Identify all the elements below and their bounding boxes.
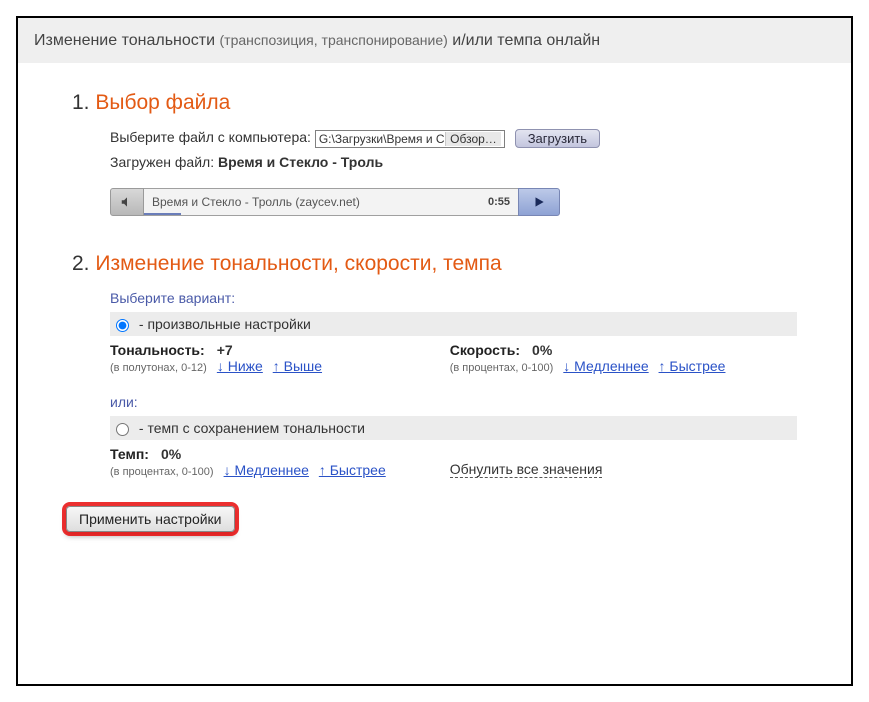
section2-heading: Изменение тональности, скорости, темпа (95, 252, 501, 275)
variant-label: Выберите вариант: (110, 290, 797, 306)
radio-tempo-label: - темп с сохранением тональности (139, 420, 365, 436)
speed-slower-link[interactable]: ↓ Медленнее (563, 358, 648, 374)
page-header: Изменение тональности (транспозиция, тра… (18, 18, 851, 63)
browse-button[interactable]: Обзор… (445, 132, 501, 146)
header-title-sub: (транспозиция, транспонирование) (220, 32, 448, 48)
tonality-higher-link[interactable]: ↑ Выше (273, 358, 322, 374)
tonality-value: +7 (217, 342, 233, 358)
reset-block: Обнулить все значения (450, 446, 797, 478)
tonality-hint: (в полутонах, 0-12) (110, 362, 207, 374)
tempo-value: 0% (161, 446, 181, 462)
tonality-lower-link[interactable]: ↓ Ниже (217, 358, 263, 374)
file-input-path: G:\Загрузки\Время и С (319, 132, 444, 146)
or-label: или: (110, 394, 797, 410)
radio-arbitrary[interactable] (116, 319, 129, 332)
speed-label: Скорость: (450, 342, 520, 358)
file-choose-label: Выберите файл с компьютера: (110, 129, 311, 145)
tempo-label: Темп: (110, 446, 149, 462)
play-button[interactable] (518, 188, 560, 216)
tempo-block: Темп: 0% (в процентах, 0-100) ↓ Медленне… (110, 446, 426, 478)
app-frame: Изменение тональности (транспозиция, тра… (16, 16, 853, 686)
header-title-main: Изменение тональности (34, 32, 215, 49)
section2-title: 2. Изменение тональности, скорости, темп… (72, 252, 797, 276)
track-time: 0:55 (488, 196, 510, 208)
player-progress-bar (144, 213, 181, 215)
radio-arbitrary-label: - произвольные настройки (139, 316, 311, 332)
speed-faster-link[interactable]: ↑ Быстрее (659, 358, 726, 374)
speed-block: Скорость: 0% (в процентах, 0-100) ↓ Медл… (450, 342, 797, 374)
file-input[interactable]: G:\Загрузки\Время и С Обзор… (315, 130, 505, 148)
tonality-label: Тональность: (110, 342, 205, 358)
track-title: Время и Стекло - Тролль (zaycev.net) (152, 195, 360, 209)
volume-icon[interactable] (110, 188, 144, 216)
uploaded-filename: Время и Стекло - Троль (218, 154, 383, 170)
uploaded-line: Загружен файл: Время и Стекло - Троль (110, 154, 797, 170)
uploaded-prefix: Загружен файл: (110, 154, 214, 170)
file-choose-row: Выберите файл с компьютера: G:\Загрузки\… (110, 129, 797, 148)
radio-arbitrary-row[interactable]: - произвольные настройки (110, 312, 797, 336)
player-track[interactable]: Время и Стекло - Тролль (zaycev.net) 0:5… (144, 188, 518, 216)
apply-settings-button[interactable]: Применить настройки (66, 506, 235, 532)
tempo-faster-link[interactable]: ↑ Быстрее (319, 462, 386, 478)
upload-button[interactable]: Загрузить (515, 129, 600, 148)
section2-num: 2. (72, 252, 90, 275)
header-title-tail: и/или темпа онлайн (452, 32, 600, 49)
speed-hint: (в процентах, 0-100) (450, 362, 554, 374)
tonality-block: Тональность: +7 (в полутонах, 0-12) ↓ Ни… (110, 342, 426, 374)
tempo-hint: (в процентах, 0-100) (110, 466, 214, 478)
section1-heading: Выбор файла (95, 91, 230, 114)
section1-title: 1. Выбор файла (72, 91, 797, 115)
radio-tempo-row[interactable]: - темп с сохранением тональности (110, 416, 797, 440)
tempo-slower-link[interactable]: ↓ Медленнее (224, 462, 309, 478)
reset-link[interactable]: Обнулить все значения (450, 461, 603, 478)
audio-player: Время и Стекло - Тролль (zaycev.net) 0:5… (110, 188, 560, 216)
speed-value: 0% (532, 342, 552, 358)
radio-tempo[interactable] (116, 423, 129, 436)
section1-num: 1. (72, 91, 90, 114)
